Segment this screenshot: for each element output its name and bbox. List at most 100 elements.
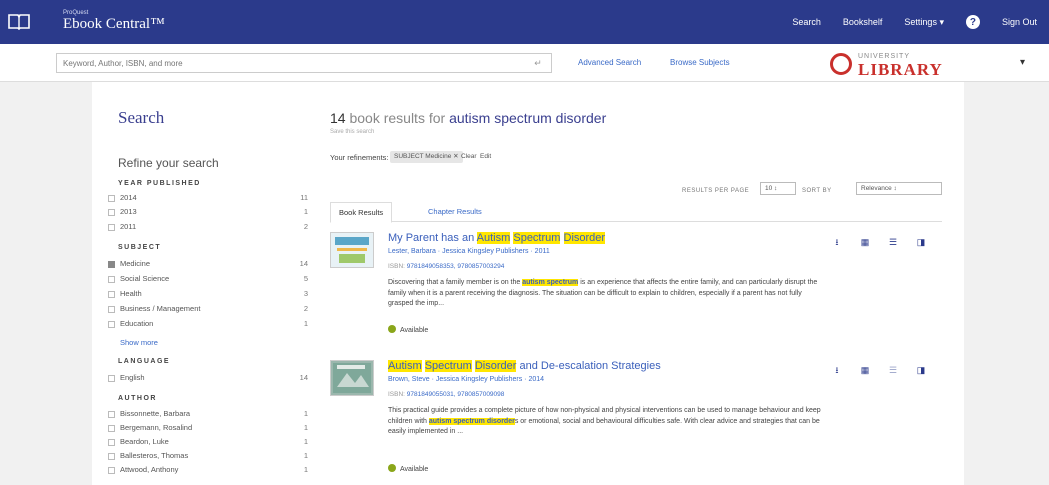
availability-text: Available xyxy=(400,327,429,334)
nav-signout-link[interactable]: Sign Out xyxy=(1002,17,1037,27)
facet-item[interactable]: Education 1 xyxy=(108,319,308,331)
cite-icon[interactable]: ◨ xyxy=(914,236,928,248)
download-icon[interactable]: ⭳ xyxy=(830,364,844,376)
facet-checkbox[interactable] xyxy=(108,321,115,328)
facet-checkbox[interactable] xyxy=(108,224,115,231)
result-title-link[interactable]: My Parent has an Autism Spectrum Disorde… xyxy=(388,232,606,244)
read-online-icon[interactable]: ▦ xyxy=(858,236,872,248)
facet-item[interactable]: Attwood, Anthony 1 xyxy=(108,465,308,477)
result-item: My Parent has an Autism Spectrum Disorde… xyxy=(330,232,942,342)
facet-heading-year: YEAR PUBLISHED xyxy=(118,180,201,187)
main-content: Search Refine your search YEAR PUBLISHED… xyxy=(92,82,964,485)
nav-search-link[interactable]: Search xyxy=(792,17,821,27)
tab-book-results[interactable]: Book Results xyxy=(330,202,393,223)
book-cover[interactable] xyxy=(330,232,374,268)
results-per-page-select[interactable]: 10 ↕ xyxy=(760,182,796,195)
facet-count: 14 xyxy=(299,259,308,268)
facet-item[interactable]: Medicine 14 xyxy=(108,259,308,271)
facet-item[interactable]: 2011 2 xyxy=(108,222,308,234)
browse-subjects-link[interactable]: Browse Subjects xyxy=(670,58,730,67)
facet-checkbox[interactable] xyxy=(108,439,115,446)
book-cover-art xyxy=(335,237,369,263)
facet-checkbox[interactable] xyxy=(108,425,115,432)
library-ring-icon xyxy=(830,53,852,75)
desc-text: Discovering that a family member is on t… xyxy=(388,279,523,286)
facet-checkbox[interactable] xyxy=(108,195,115,202)
library-logo-text: LIBRARY xyxy=(858,60,943,79)
save-search-link[interactable]: Save this search xyxy=(330,129,374,135)
nav-settings-menu[interactable]: Settings ▾ xyxy=(904,17,944,28)
facet-checkbox[interactable] xyxy=(108,411,115,418)
availability-text: Available xyxy=(400,466,429,473)
facet-label: 2013 xyxy=(120,207,137,216)
refinement-chip[interactable]: SUBJECT Medicine ✕ xyxy=(390,151,463,163)
facet-item[interactable]: Bissonnette, Barbara 1 xyxy=(108,409,308,421)
clear-refinements-link[interactable]: Clear xyxy=(461,153,477,160)
cite-icon[interactable]: ◨ xyxy=(914,364,928,376)
book-cover[interactable] xyxy=(330,360,374,396)
result-title-link[interactable]: Autism Spectrum Disorder and De-escalati… xyxy=(388,360,661,372)
facet-label: Education xyxy=(120,319,154,328)
nav-bookshelf-link[interactable]: Bookshelf xyxy=(843,17,883,27)
facet-count: 14 xyxy=(299,373,308,382)
result-meta[interactable]: Lester, Barbara · Jessica Kingsley Publi… xyxy=(388,248,550,255)
facet-checkbox[interactable] xyxy=(108,306,115,313)
facet-item[interactable]: 2014 11 xyxy=(108,193,308,205)
facet-count: 3 xyxy=(303,289,308,298)
facet-checkbox[interactable] xyxy=(108,467,115,474)
university-library-logo[interactable]: UNIVERSITY LIBRARY xyxy=(830,50,970,79)
result-isbn: ISBN: 9781849058353, 9780857003294 xyxy=(388,263,504,270)
top-nav-links: Search Bookshelf Settings ▾ ? Sign Out xyxy=(792,0,1037,44)
facet-item[interactable]: Health 3 xyxy=(108,289,308,301)
facet-item[interactable]: English 14 xyxy=(108,373,308,385)
facet-count: 1 xyxy=(303,437,308,446)
isbn-label: ISBN: xyxy=(388,263,405,270)
facet-checkbox[interactable] xyxy=(108,453,115,460)
facet-label: Bissonnette, Barbara xyxy=(120,409,191,418)
title-highlight: Disorder xyxy=(563,232,606,244)
facet-label: Ballesteros, Thomas xyxy=(120,451,189,460)
facet-checkbox[interactable] xyxy=(108,291,115,298)
facet-checkbox[interactable] xyxy=(108,261,115,268)
facet-checkbox[interactable] xyxy=(108,209,115,216)
facet-item[interactable]: Business / Management 2 xyxy=(108,304,308,316)
facet-label: Medicine xyxy=(120,259,151,268)
edit-refinements-link[interactable]: Edit xyxy=(480,153,491,160)
results-tabs: Book Results Chapter Results xyxy=(330,202,942,223)
result-isbn: ISBN: 9781849055031, 9780857009098 xyxy=(388,391,504,398)
library-logo-small-text: UNIVERSITY xyxy=(858,53,911,60)
title-text: My Parent has an xyxy=(388,232,477,244)
facet-item[interactable]: Bergemann, Rosalind 1 xyxy=(108,423,308,435)
facet-checkbox[interactable] xyxy=(108,276,115,283)
search-input[interactable] xyxy=(56,53,552,73)
facet-label: Beardon, Luke xyxy=(120,437,169,446)
add-to-list-icon[interactable]: ☰ xyxy=(886,236,900,248)
facet-label: Bergemann, Rosalind xyxy=(120,423,193,432)
refinements-label: Your refinements: xyxy=(330,153,389,162)
search-submit-icon[interactable]: ↵ xyxy=(526,55,550,71)
facet-item[interactable]: 2013 1 xyxy=(108,207,308,219)
account-dropdown-icon[interactable]: ▾ xyxy=(1020,57,1025,68)
facet-checkbox[interactable] xyxy=(108,375,115,382)
result-meta[interactable]: Brown, Steve · Jessica Kingsley Publishe… xyxy=(388,376,544,383)
facet-item[interactable]: Beardon, Luke 1 xyxy=(108,437,308,449)
download-icon[interactable]: ⭳ xyxy=(830,236,844,248)
facet-label: Social Science xyxy=(120,274,170,283)
facet-item[interactable]: Ballesteros, Thomas 1 xyxy=(108,451,308,463)
advanced-search-link[interactable]: Advanced Search xyxy=(578,58,641,67)
show-more-link[interactable]: Show more xyxy=(120,338,158,347)
help-icon[interactable]: ? xyxy=(965,15,980,29)
book-logo-icon[interactable] xyxy=(8,13,30,30)
facet-count: 1 xyxy=(303,423,308,432)
add-to-list-icon[interactable]: ☰ xyxy=(886,364,900,376)
desc-highlight: autism spectrum disorder xyxy=(428,417,515,425)
brand-ebook-central[interactable]: Ebook Central™ xyxy=(63,16,165,33)
tab-chapter-results[interactable]: Chapter Results xyxy=(420,202,490,223)
search-bar: ↵ Advanced Search Browse Subjects UNIVER… xyxy=(0,44,1049,82)
facet-item[interactable]: Social Science 5 xyxy=(108,274,308,286)
isbn-label: ISBN: xyxy=(388,391,405,398)
sort-by-select[interactable]: Relevance ↕ xyxy=(856,182,942,195)
read-online-icon[interactable]: ▦ xyxy=(858,364,872,376)
facet-count: 1 xyxy=(303,465,308,474)
facet-count: 1 xyxy=(303,451,308,460)
